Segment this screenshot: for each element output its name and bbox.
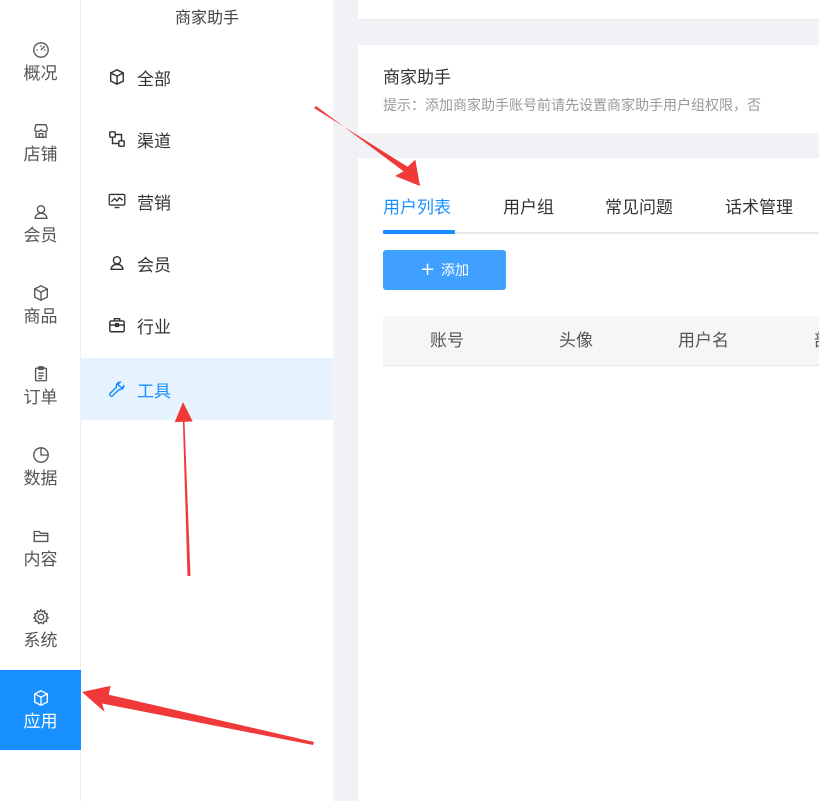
plus-icon: + bbox=[419, 259, 436, 280]
sub-item-tools[interactable]: 工具 bbox=[81, 358, 333, 420]
channel-icon bbox=[107, 129, 127, 149]
sub-item-label: 工具 bbox=[137, 381, 171, 402]
column-header-account: 账号 bbox=[430, 331, 464, 351]
secondary-sidebar-title: 商家助手 bbox=[147, 0, 267, 36]
cube-icon bbox=[31, 688, 51, 708]
content-gutter bbox=[333, 0, 358, 801]
sub-item-marketing[interactable]: 营销 bbox=[81, 170, 333, 232]
add-button[interactable]: + 添加 bbox=[383, 250, 506, 290]
tab-faq[interactable]: 常见问题 bbox=[605, 194, 673, 234]
tab-user-group[interactable]: 用户组 bbox=[503, 194, 554, 234]
user-icon bbox=[107, 253, 127, 273]
sub-item-label: 渠道 bbox=[137, 131, 171, 152]
primary-sidebar: 概况 店铺 会员 商品 订单 数据 内容 系统 应用 bbox=[0, 0, 81, 801]
sub-item-member[interactable]: 会员 bbox=[81, 232, 333, 294]
nav-item-system[interactable]: 系统 bbox=[0, 589, 81, 669]
tab-user-list[interactable]: 用户列表 bbox=[383, 194, 451, 234]
secondary-sidebar: 商家助手 全部 渠道 营销 会员 行业 工具 bbox=[81, 0, 333, 801]
sub-item-channel[interactable]: 渠道 bbox=[81, 108, 333, 170]
clipboard-icon bbox=[31, 364, 51, 384]
nav-item-label: 概况 bbox=[23, 64, 58, 84]
nav-item-label: 系统 bbox=[23, 631, 58, 651]
wrench-icon bbox=[107, 379, 127, 399]
monitor-chart-icon bbox=[107, 191, 127, 211]
folder-icon bbox=[31, 526, 51, 546]
top-header-bar bbox=[333, 0, 819, 20]
store-icon bbox=[31, 121, 51, 141]
nav-item-label: 应用 bbox=[23, 712, 58, 732]
nav-item-overview[interactable]: 概况 bbox=[0, 22, 81, 102]
nav-item-store[interactable]: 店铺 bbox=[0, 103, 81, 183]
nav-item-label: 商品 bbox=[23, 307, 58, 327]
main-content-card: 用户列表 用户组 常见问题 话术管理 + 添加 账号 头像 用户名 部 bbox=[358, 158, 819, 801]
nav-item-content[interactable]: 内容 bbox=[0, 508, 81, 588]
page-title: 商家助手 bbox=[383, 68, 451, 88]
dashboard-icon bbox=[31, 40, 51, 60]
tab-bar: 用户列表 用户组 常见问题 话术管理 bbox=[383, 194, 819, 234]
nav-item-order[interactable]: 订单 bbox=[0, 346, 81, 426]
nav-item-label: 会员 bbox=[23, 226, 58, 246]
pie-chart-icon bbox=[31, 445, 51, 465]
gear-icon bbox=[31, 607, 51, 627]
nav-item-label: 内容 bbox=[23, 550, 58, 570]
user-icon bbox=[31, 202, 51, 222]
add-button-label: 添加 bbox=[441, 263, 470, 279]
active-tab-indicator bbox=[383, 230, 455, 234]
nav-item-member[interactable]: 会员 bbox=[0, 184, 81, 264]
column-header-username: 用户名 bbox=[678, 331, 729, 351]
column-header-avatar: 头像 bbox=[559, 331, 593, 351]
table-header: 账号 头像 用户名 部 bbox=[383, 316, 819, 366]
column-header-truncated: 部 bbox=[814, 316, 819, 366]
sub-item-label: 全部 bbox=[137, 69, 171, 90]
sub-item-label: 营销 bbox=[137, 193, 171, 214]
hint-text: 提示：添加商家助手账号前请先设置商家助手用户组权限，否 bbox=[383, 98, 761, 114]
page-header-card: 商家助手 提示：添加商家助手账号前请先设置商家助手用户组权限，否 bbox=[358, 45, 819, 133]
sub-item-label: 行业 bbox=[137, 317, 171, 338]
nav-item-data[interactable]: 数据 bbox=[0, 427, 81, 507]
nav-item-label: 订单 bbox=[23, 388, 58, 408]
nav-item-label: 店铺 bbox=[23, 145, 58, 165]
cube-icon bbox=[31, 283, 51, 303]
nav-item-label: 数据 bbox=[23, 469, 58, 489]
briefcase-icon bbox=[107, 315, 127, 335]
tab-script-management[interactable]: 话术管理 bbox=[725, 194, 793, 234]
cube-icon bbox=[107, 67, 127, 87]
sub-item-label: 会员 bbox=[137, 255, 171, 276]
nav-item-apps[interactable]: 应用 bbox=[0, 670, 81, 750]
sub-item-industry[interactable]: 行业 bbox=[81, 294, 333, 356]
nav-item-goods[interactable]: 商品 bbox=[0, 265, 81, 345]
sub-item-all[interactable]: 全部 bbox=[81, 46, 333, 108]
